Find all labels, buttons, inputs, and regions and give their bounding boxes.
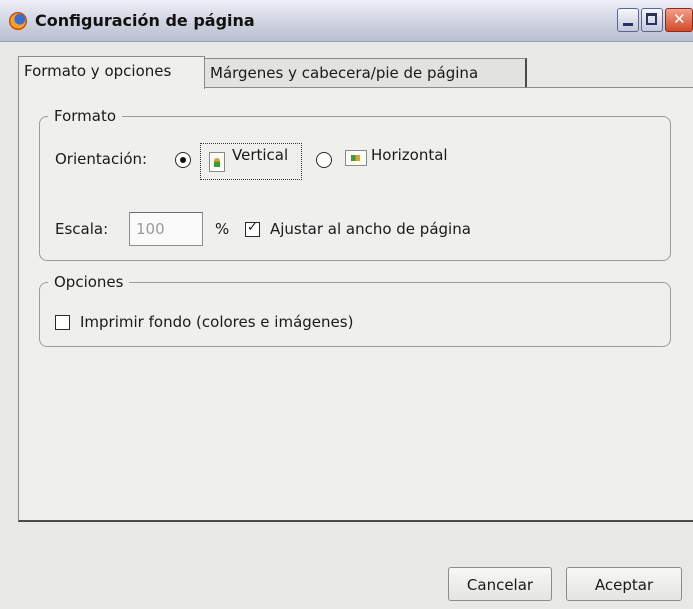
window-title: Configuración de página bbox=[35, 11, 255, 30]
fit-width-label[interactable]: Ajustar al ancho de página bbox=[270, 220, 471, 238]
percent-label: % bbox=[215, 220, 230, 238]
portrait-page-icon bbox=[209, 152, 225, 172]
horizontal-radio[interactable] bbox=[316, 152, 332, 168]
tab-label: Formato y opciones bbox=[24, 62, 172, 80]
title-bar[interactable]: Configuración de página bbox=[0, 0, 693, 42]
landscape-page-icon bbox=[345, 150, 367, 166]
tab-panel: Formato Orientación: Vertical Horizontal… bbox=[18, 87, 693, 522]
firefox-icon bbox=[9, 12, 27, 30]
opciones-group: Opciones bbox=[39, 273, 671, 347]
maximize-icon[interactable] bbox=[641, 8, 663, 32]
vertical-label[interactable]: Vertical bbox=[232, 146, 288, 164]
tab-label: Márgenes y cabecera/pie de página bbox=[210, 64, 479, 82]
fit-width-checkbox[interactable] bbox=[245, 220, 260, 237]
orientation-label: Orientación: bbox=[55, 150, 148, 168]
close-icon[interactable] bbox=[665, 8, 693, 32]
tab-formato-opciones[interactable]: Formato y opciones bbox=[18, 56, 205, 89]
tab-margenes-cabecera[interactable]: Márgenes y cabecera/pie de página bbox=[205, 58, 527, 88]
vertical-radio[interactable] bbox=[175, 152, 191, 168]
scale-input[interactable] bbox=[129, 212, 203, 246]
minimize-icon[interactable] bbox=[617, 8, 639, 32]
accept-button[interactable]: Aceptar bbox=[566, 567, 682, 601]
opciones-legend: Opciones bbox=[54, 273, 124, 291]
scale-label: Escala: bbox=[55, 220, 109, 238]
print-background-label[interactable]: Imprimir fondo (colores e imágenes) bbox=[80, 313, 353, 331]
cancel-button[interactable]: Cancelar bbox=[448, 567, 552, 601]
formato-legend: Formato bbox=[54, 107, 117, 125]
horizontal-label[interactable]: Horizontal bbox=[371, 146, 448, 164]
print-background-checkbox[interactable] bbox=[55, 315, 70, 330]
